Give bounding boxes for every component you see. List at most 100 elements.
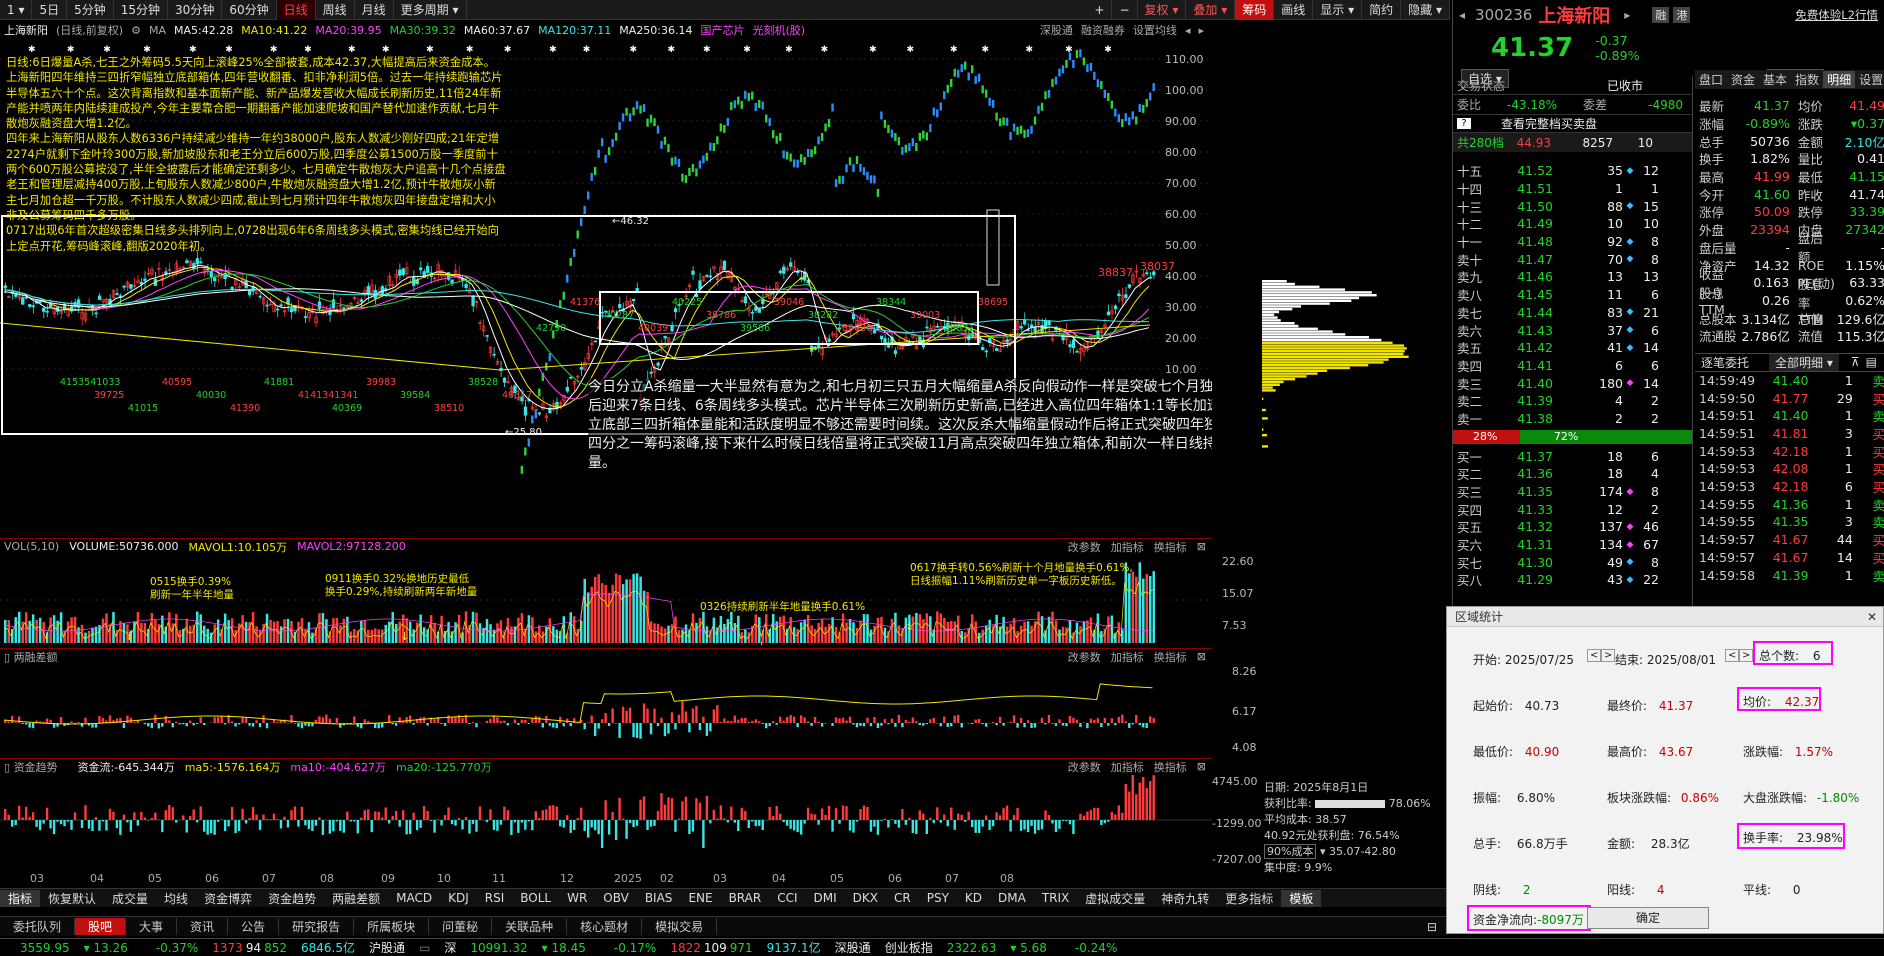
sh-connect-label[interactable]: 沪股通: [369, 939, 405, 956]
tab-settings[interactable]: 设置: [1855, 71, 1884, 88]
period-day[interactable]: 日线: [276, 0, 316, 20]
period-month[interactable]: 月线: [355, 0, 394, 20]
tab-orderbook[interactable]: 盘口: [1695, 71, 1727, 88]
tab-more-indicators[interactable]: 更多指标: [1217, 890, 1281, 907]
tab-ma[interactable]: 均线: [156, 890, 196, 907]
close-icon[interactable]: ✕: [1867, 607, 1877, 627]
tab-forum[interactable]: 股吧: [75, 918, 127, 935]
tab-macd[interactable]: MACD: [388, 891, 440, 905]
period-dropdown[interactable]: 1 ▾: [0, 0, 33, 20]
tab-cci[interactable]: CCI: [769, 891, 805, 905]
tab-fund-trend[interactable]: 资金趋势: [260, 890, 324, 907]
restore-button[interactable]: 复权 ▾: [1138, 0, 1187, 20]
tab-funds[interactable]: 资金: [1727, 71, 1759, 88]
kline-chart[interactable]: ✱ ✱ ✱ ✱ ✱ ✱ ✱ ✱ ✱ ✱ ✱ ✱ ✱ ✱ ✱ ✱ ✱ ✱ ✱ ✱ ✱ ✱ ✱ ✱ ✱ ✱ ✱ ✱ 4153541033 39…: [0, 40, 1212, 530]
tab-psy[interactable]: PSY: [919, 891, 957, 905]
full-order-row[interactable]: ? 查看完整档买卖盘: [1453, 114, 1692, 133]
margin-switch-button[interactable]: 换指标: [1154, 649, 1187, 665]
ok-button[interactable]: 确定: [1587, 907, 1709, 929]
period-60min[interactable]: 60分钟: [222, 0, 277, 20]
tab-related[interactable]: 关联品种: [492, 918, 568, 935]
fund-param-button[interactable]: 改参数: [1068, 759, 1101, 775]
tag-chip[interactable]: 国产芯片: [701, 22, 745, 38]
tab-indicator[interactable]: 指标: [0, 889, 41, 907]
tab-index[interactable]: 指数: [1791, 71, 1823, 88]
tab-dma[interactable]: DMA: [990, 891, 1034, 905]
tab-restore-default[interactable]: 恢复默认: [40, 890, 104, 907]
tab-margin[interactable]: 两融差额: [324, 890, 388, 907]
end-prev-button[interactable]: <: [1725, 649, 1740, 662]
tab-dmi[interactable]: DMI: [806, 891, 845, 905]
vol-add-button[interactable]: 加指标: [1111, 539, 1144, 555]
period-week[interactable]: 周线: [316, 0, 355, 20]
tab-basic[interactable]: 基本: [1759, 71, 1791, 88]
sz-connect-label[interactable]: 深股通: [835, 939, 871, 956]
tab-dkx[interactable]: DKX: [845, 891, 886, 905]
tab-wr[interactable]: WR: [559, 891, 595, 905]
tab-bias[interactable]: BIAS: [637, 891, 681, 905]
tab-kdj[interactable]: KDJ: [440, 891, 477, 905]
margin-add-button[interactable]: 加指标: [1111, 649, 1144, 665]
vol-switch-button[interactable]: 换指标: [1154, 539, 1187, 555]
ma-settings-button[interactable]: 设置均线: [1133, 22, 1177, 38]
overlay-button[interactable]: 叠加 ▾: [1186, 0, 1236, 20]
draw-button[interactable]: 画线: [1274, 0, 1314, 20]
tab-virtual-volume[interactable]: 虚拟成交量: [1077, 890, 1153, 907]
start-prev-button[interactable]: <: [1587, 649, 1602, 662]
pin-icon[interactable]: ⊼: [1851, 355, 1860, 369]
start-next-button[interactable]: >: [1601, 649, 1616, 662]
period-15min[interactable]: 15分钟: [114, 0, 169, 20]
tab-trix[interactable]: TRIX: [1034, 891, 1077, 905]
period-5min[interactable]: 5分钟: [67, 0, 114, 20]
close-icon[interactable]: ⊠: [1197, 540, 1206, 553]
next-stock-icon[interactable]: ▸: [1624, 8, 1630, 22]
tab-announcements[interactable]: 公告: [228, 918, 280, 935]
tab-core-topics[interactable]: 核心题材: [567, 918, 643, 935]
tab-fund-game[interactable]: 资金博弈: [196, 890, 260, 907]
tab-order-queue[interactable]: 委托队列: [0, 918, 76, 935]
tab-volume[interactable]: 成交量: [104, 890, 156, 907]
arrow-right-icon[interactable]: ▸: [1198, 24, 1204, 37]
l2-trial-link[interactable]: 免费体验L2行情: [1795, 7, 1878, 23]
fund-switch-button[interactable]: 换指标: [1154, 759, 1187, 775]
detail-dropdown[interactable]: 全部明细 ▾: [1769, 353, 1839, 371]
gear-icon[interactable]: ⚙: [131, 24, 141, 37]
chips-button[interactable]: 筹码: [1235, 0, 1275, 20]
margin-param-button[interactable]: 改参数: [1068, 649, 1101, 665]
filter-icon[interactable]: ▤: [1866, 355, 1877, 369]
margin-button[interactable]: 融资融券: [1081, 22, 1125, 38]
period-more[interactable]: 更多周期 ▾: [394, 0, 467, 20]
tab-obv[interactable]: OBV: [595, 891, 637, 905]
fund-add-button[interactable]: 加指标: [1111, 759, 1144, 775]
tab-events[interactable]: 大事: [126, 918, 178, 935]
tab-template[interactable]: 模板: [1281, 889, 1322, 907]
tab-sectors[interactable]: 所属板块: [354, 918, 430, 935]
tab-news[interactable]: 资讯: [177, 918, 229, 935]
zoom-out-button[interactable]: −: [1112, 0, 1138, 20]
vol-param-button[interactable]: 改参数: [1068, 539, 1101, 555]
simple-button[interactable]: 简约: [1362, 0, 1402, 20]
tab-tick-order[interactable]: 逐笔委托: [1695, 354, 1755, 371]
period-30min[interactable]: 30分钟: [168, 0, 223, 20]
tab-brar[interactable]: BRAR: [721, 891, 770, 905]
tab-detail[interactable]: 明细: [1823, 71, 1856, 88]
display-button[interactable]: 显示 ▾: [1313, 0, 1363, 20]
end-next-button[interactable]: >: [1739, 649, 1754, 662]
tab-ask-secretary[interactable]: 问董秘: [429, 918, 493, 935]
tab-cr[interactable]: CR: [886, 891, 919, 905]
close-icon[interactable]: ⊠: [1197, 650, 1206, 663]
tab-kd[interactable]: KD: [957, 891, 990, 905]
hk-connect-button[interactable]: 深股通: [1040, 22, 1073, 38]
collapse-icon[interactable]: ⊟: [1414, 920, 1450, 934]
tab-ene[interactable]: ENE: [680, 891, 720, 905]
hide-button[interactable]: 隐藏 ▾: [1401, 0, 1450, 20]
tab-research[interactable]: 研究报告: [279, 918, 355, 935]
full-order-link[interactable]: 查看完整档买卖盘: [1501, 115, 1597, 132]
period-5day[interactable]: 5日: [32, 0, 68, 20]
close-icon[interactable]: ⊠: [1197, 760, 1206, 773]
tab-sim-trade[interactable]: 模拟交易: [642, 918, 718, 935]
tag-litho[interactable]: 光刻机(胶): [753, 22, 806, 38]
prev-stock-icon[interactable]: ◂: [1459, 8, 1465, 22]
zoom-in-button[interactable]: +: [1087, 0, 1113, 20]
tab-magic-nine[interactable]: 神奇九转: [1153, 890, 1217, 907]
